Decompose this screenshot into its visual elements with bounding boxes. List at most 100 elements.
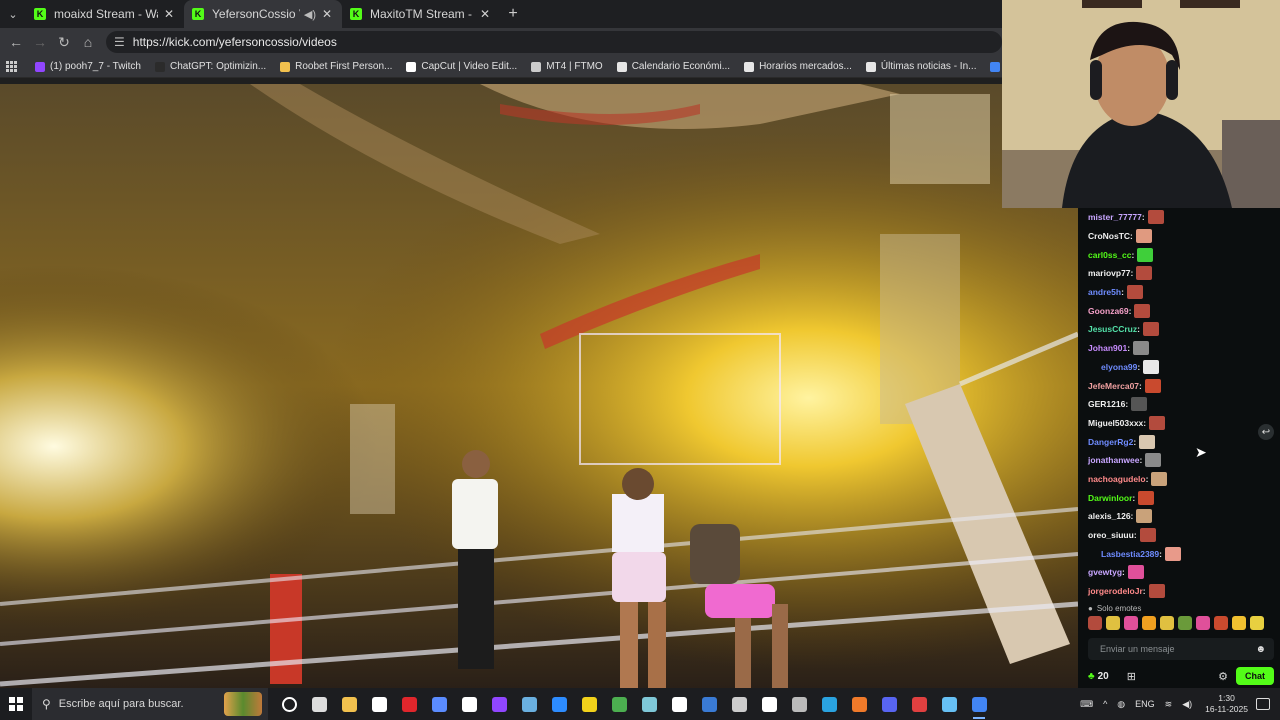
chat-username[interactable]: Johan901	[1088, 343, 1127, 353]
chat-username[interactable]: Lasbestia2389	[1101, 549, 1159, 559]
chat-username[interactable]: oreo_siuuu	[1088, 530, 1134, 540]
sticky-notes-icon[interactable]	[574, 688, 604, 720]
file-icon[interactable]	[364, 688, 394, 720]
chat-username[interactable]: Goonza69	[1088, 306, 1129, 316]
back-icon[interactable]: ←	[4, 30, 28, 54]
address-bar[interactable]: ☰ https://kick.com/yefersoncossio/videos	[106, 31, 1002, 53]
scroll-to-bottom-icon[interactable]: ↩	[1258, 424, 1274, 440]
bookmark-item[interactable]: Horarios mercados...	[744, 61, 852, 72]
app2-icon[interactable]	[634, 688, 664, 720]
chat-message: andre5h:	[1088, 283, 1274, 302]
file-explorer-icon[interactable]	[334, 688, 364, 720]
language-indicator[interactable]: ENG	[1135, 699, 1155, 709]
chat-message: jonathanwee:	[1088, 451, 1274, 470]
tiktok-icon[interactable]	[754, 688, 784, 720]
chat-username[interactable]: jorgerodeloJr	[1088, 586, 1143, 596]
quick-emote-icon[interactable]	[1232, 616, 1246, 630]
chat-username[interactable]: mariovp77	[1088, 268, 1131, 278]
tab-search-chevron-icon[interactable]: ⌄	[0, 0, 26, 28]
chat-username[interactable]: alexis_126	[1088, 511, 1131, 521]
forward-icon[interactable]: →	[28, 30, 52, 54]
speaker-icon[interactable]: ◀)	[304, 8, 316, 21]
home-icon[interactable]: ⌂	[76, 30, 100, 54]
reload-icon[interactable]: ↻	[52, 30, 76, 54]
chat-username[interactable]: nachoagudelo	[1088, 474, 1146, 484]
capcut-icon[interactable]	[664, 688, 694, 720]
tab-close-icon[interactable]: ✕	[320, 7, 334, 21]
quick-emote-icon[interactable]	[1160, 616, 1174, 630]
cortana-icon[interactable]	[274, 688, 304, 720]
wifi-icon[interactable]: ≋	[1165, 699, 1173, 710]
apps-grid-icon[interactable]	[6, 60, 17, 73]
quick-emote-icon[interactable]	[1214, 616, 1228, 630]
chat-username[interactable]: GER1216	[1088, 399, 1125, 409]
bookmark-item[interactable]: Roobet First Person...	[280, 61, 392, 72]
tab-close-icon[interactable]: ✕	[162, 7, 176, 21]
quick-emote-icon[interactable]	[1196, 616, 1210, 630]
clock[interactable]: 1:30 16-11-2025	[1205, 693, 1248, 715]
channel-points[interactable]: ♣ 20	[1088, 671, 1109, 682]
chat-username[interactable]: elyona99	[1101, 362, 1137, 372]
username-separator: :	[1130, 268, 1134, 279]
taskbar-search-box[interactable]: ⚲ Escribe aquí para buscar.	[32, 688, 268, 720]
video-player[interactable]	[0, 84, 1078, 688]
quick-emote-icon[interactable]	[1088, 616, 1102, 630]
zoom-icon[interactable]	[544, 688, 574, 720]
chat-username[interactable]: gvewtyg	[1088, 567, 1122, 577]
quick-emote-icon[interactable]	[1124, 616, 1138, 630]
bookmark-item[interactable]: ChatGPT: Optimizin...	[154, 61, 266, 72]
bookmark-item[interactable]: (1) pooh7_7 - Twitch	[35, 61, 141, 72]
minecraft-icon[interactable]	[604, 688, 634, 720]
settings-icon[interactable]	[724, 688, 754, 720]
bookmark-item[interactable]: CapCut | Video Edit...	[406, 61, 517, 72]
emoji-picker-icon[interactable]: ☻	[1255, 644, 1266, 655]
chat-send-button[interactable]: Chat	[1236, 667, 1274, 685]
app5-icon[interactable]	[844, 688, 874, 720]
tab-close-icon[interactable]: ✕	[478, 7, 492, 21]
chat-username[interactable]: jonathanwee	[1088, 455, 1139, 465]
tab-maxitotm[interactable]: K MaxitoTM Stream - Watch Live ✕	[342, 0, 500, 28]
chrome-icon[interactable]	[964, 688, 994, 720]
chat-username[interactable]: andre5h	[1088, 287, 1121, 297]
task-view-icon[interactable]	[304, 688, 334, 720]
quick-emote-icon[interactable]	[1106, 616, 1120, 630]
chat-username[interactable]: Miguel503xxx	[1088, 418, 1143, 428]
quick-emote-icon[interactable]	[1250, 616, 1264, 630]
bookmark-item[interactable]: MT4 | FTMO	[531, 61, 603, 72]
discord-icon[interactable]	[874, 688, 904, 720]
tab-moaixd[interactable]: K moaixd Stream - Watch Live on ✕	[26, 0, 184, 28]
chat-username[interactable]: JefeMerca07	[1088, 381, 1139, 391]
quick-emote-icon[interactable]	[1178, 616, 1192, 630]
chat-message-input[interactable]: Enviar un mensaje ☻	[1088, 638, 1274, 660]
app3-icon[interactable]	[694, 688, 724, 720]
volume-icon[interactable]: ◀)	[1182, 699, 1192, 710]
bookmark-item[interactable]: Calendario Económi...	[616, 61, 730, 72]
twitch-icon[interactable]	[484, 688, 514, 720]
chat-username[interactable]: JesusCCruz	[1088, 324, 1137, 334]
bookmark-item[interactable]: Últimas noticias - In...	[865, 61, 976, 72]
show-hidden-icons-icon[interactable]: ^	[1103, 699, 1107, 709]
copilot-icon[interactable]	[424, 688, 454, 720]
notification-icon[interactable]	[1256, 698, 1270, 710]
telegram-icon[interactable]	[814, 688, 844, 720]
app6-icon[interactable]	[904, 688, 934, 720]
chat-username[interactable]: CroNosTC	[1088, 231, 1130, 241]
new-tab-button[interactable]: +	[500, 5, 526, 23]
opera-icon[interactable]	[394, 688, 424, 720]
network-globe-icon[interactable]: ◍	[1117, 699, 1125, 710]
chat-username[interactable]: mister_77777	[1088, 212, 1142, 222]
app-icon[interactable]	[514, 688, 544, 720]
document-icon[interactable]	[454, 688, 484, 720]
site-info-icon[interactable]: ☰	[114, 35, 125, 49]
start-button[interactable]	[0, 688, 32, 720]
chat-username[interactable]: Darwinloor	[1088, 493, 1132, 503]
chat-settings-gear-icon[interactable]: ⚙	[1218, 670, 1228, 683]
chat-username[interactable]: DangerRg2	[1088, 437, 1133, 447]
keyboard-icon[interactable]: ⌨	[1080, 699, 1093, 710]
chat-username[interactable]: carl0ss_cc	[1088, 250, 1132, 260]
app4-icon[interactable]	[784, 688, 814, 720]
tab-yefersoncossio[interactable]: K YefersonCossio Videos - Wa ◀) ✕	[184, 0, 342, 28]
quick-emote-icon[interactable]	[1142, 616, 1156, 630]
gift-icon[interactable]: ⊞	[1127, 670, 1136, 683]
steam-icon[interactable]	[934, 688, 964, 720]
